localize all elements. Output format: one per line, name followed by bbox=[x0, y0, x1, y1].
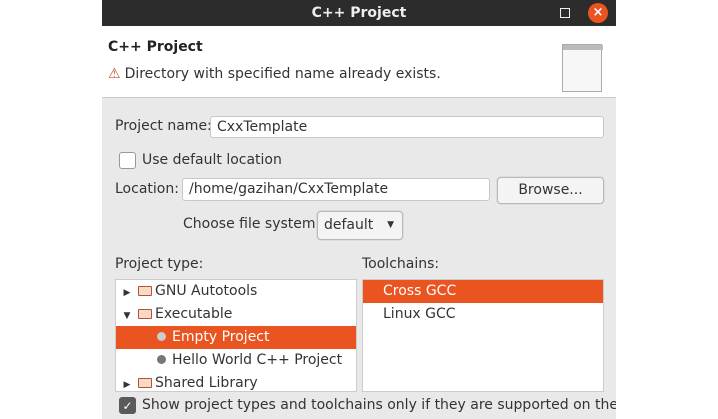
title-bar: C++ Project × bbox=[102, 0, 616, 26]
tree-item-empty-project[interactable]: Empty Project bbox=[116, 326, 356, 349]
tree-item-label: Hello World C++ Project bbox=[172, 352, 343, 368]
project-type-tree[interactable]: ▶ GNU Autotools ▼ Executable Empty Project… bbox=[115, 279, 357, 392]
browse-button[interactable]: Browse... bbox=[497, 177, 604, 204]
toolchains-list[interactable]: Cross GCC Linux GCC bbox=[362, 279, 604, 392]
show-supported-checkbox[interactable]: ✓ bbox=[119, 397, 136, 414]
wizard-header: C++ Project ⚠ Directory with specified na… bbox=[102, 26, 616, 98]
error-message: ⚠ Directory with specified name already e… bbox=[108, 66, 441, 82]
project-type-label: Project type: bbox=[115, 256, 204, 272]
check-icon: ✓ bbox=[122, 399, 133, 413]
tree-item-executable[interactable]: ▼ Executable bbox=[116, 303, 356, 326]
project-name-input[interactable]: CxxTemplate bbox=[210, 116, 604, 138]
project-name-label: Project name: bbox=[115, 118, 212, 134]
tree-item-label: Empty Project bbox=[172, 329, 270, 345]
folder-icon bbox=[138, 309, 152, 319]
location-label: Location: bbox=[115, 181, 179, 197]
file-system-select[interactable]: default ▼ bbox=[317, 211, 403, 240]
file-system-label: Choose file system: bbox=[183, 216, 321, 232]
gear-icon bbox=[157, 355, 166, 364]
show-supported-label: Show project types and toolchains only i… bbox=[142, 397, 616, 413]
warning-icon: ⚠ bbox=[108, 66, 121, 82]
close-icon[interactable]: × bbox=[588, 3, 608, 23]
tree-item-hello-world[interactable]: Hello World C++ Project bbox=[116, 349, 356, 372]
toolchain-item-linux-gcc[interactable]: Linux GCC bbox=[363, 303, 603, 326]
maximize-icon[interactable] bbox=[560, 8, 570, 18]
error-text: Directory with specified name already ex… bbox=[124, 66, 441, 82]
folder-icon bbox=[138, 378, 152, 388]
chevron-down-icon: ▼ bbox=[387, 220, 394, 230]
expand-arrow-icon[interactable]: ▶ bbox=[120, 374, 134, 391]
use-default-location-label: Use default location bbox=[142, 152, 282, 168]
cpp-project-dialog: C++ Project × C++ Project ⚠ Directory wit… bbox=[102, 0, 616, 419]
collapse-arrow-icon[interactable]: ▼ bbox=[120, 305, 134, 328]
toolchain-item-cross-gcc[interactable]: Cross GCC bbox=[363, 280, 603, 303]
tree-item-label: Shared Library bbox=[155, 375, 258, 391]
page-title: C++ Project bbox=[108, 39, 203, 55]
location-input[interactable]: /home/gazihan/CxxTemplate bbox=[182, 178, 490, 201]
file-system-value: default bbox=[324, 217, 374, 233]
tree-item-label: Executable bbox=[155, 306, 233, 322]
window-title: C++ Project bbox=[311, 5, 407, 21]
expand-arrow-icon[interactable]: ▶ bbox=[120, 282, 134, 305]
toolchains-label: Toolchains: bbox=[362, 256, 440, 272]
gear-icon bbox=[157, 332, 166, 341]
wizard-banner-icon bbox=[562, 44, 603, 92]
folder-icon bbox=[138, 286, 152, 296]
use-default-location-checkbox[interactable] bbox=[119, 152, 136, 169]
tree-item-gnu-autotools[interactable]: ▶ GNU Autotools bbox=[116, 280, 356, 303]
tree-item-label: GNU Autotools bbox=[155, 283, 258, 299]
tree-item-shared-library[interactable]: ▶ Shared Library bbox=[116, 372, 356, 391]
